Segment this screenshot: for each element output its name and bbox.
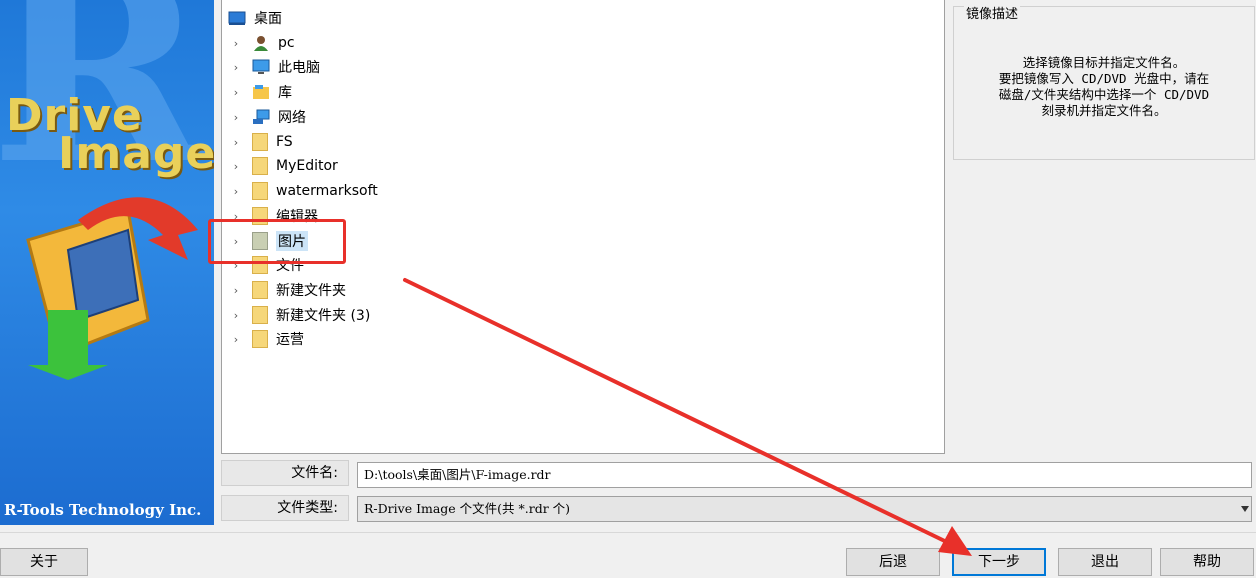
folder-icon <box>252 281 268 299</box>
description-line: 磁盘/文件夹结构中选择一个 CD/DVD <box>998 87 1210 102</box>
description-group: 镜像描述 选择镜像目标并指定文件名。 要把镜像写入 CD/DVD 光盘中，请在 … <box>953 3 1255 160</box>
tree-item-label: 网络 <box>278 110 306 126</box>
chevron-right-icon[interactable]: › <box>230 333 242 346</box>
filename-label: 文件名: <box>221 460 349 486</box>
filetype-value: R-Drive Image 个文件(共 *.rdr 个) <box>364 501 571 516</box>
tree-item-fs[interactable]: › FS <box>230 130 293 154</box>
brand-title-line2: Image <box>58 128 214 179</box>
filename-input[interactable]: D:\tools\桌面\图片\F-image.rdr <box>357 462 1252 488</box>
tree-item-label: 新建文件夹 (3) <box>276 308 371 324</box>
tree-item-operations[interactable]: › 运营 <box>230 327 304 351</box>
description-caption: 镜像描述 <box>964 3 1021 22</box>
back-button[interactable]: 后退 <box>846 548 940 576</box>
tree-item-label: pc <box>278 35 295 51</box>
tree-item-label: watermarksoft <box>276 183 378 199</box>
tree-item-label: FS <box>276 134 293 150</box>
folder-icon <box>252 133 268 151</box>
user-icon <box>254 36 268 51</box>
chevron-right-icon[interactable]: › <box>230 309 242 322</box>
company-name: R-Tools Technology Inc. <box>4 501 202 519</box>
folder-icon <box>252 306 268 324</box>
highlight-box <box>208 219 346 264</box>
chevron-right-icon[interactable]: › <box>230 160 242 173</box>
folder-icon <box>252 330 268 348</box>
help-button[interactable]: 帮助 <box>1160 548 1254 576</box>
next-button[interactable]: 下一步 <box>952 548 1046 576</box>
network-icon <box>253 109 270 124</box>
tree-item-library[interactable]: › 库 <box>230 80 292 104</box>
computer-icon <box>252 59 270 74</box>
exit-button[interactable]: 退出 <box>1058 548 1152 576</box>
tree-item-new-folder[interactable]: › 新建文件夹 <box>230 278 346 302</box>
about-button[interactable]: 关于 <box>0 548 88 576</box>
chevron-right-icon[interactable]: › <box>230 185 242 198</box>
library-icon <box>253 85 269 99</box>
tree-item-myeditor[interactable]: › MyEditor <box>230 154 338 178</box>
tree-item-label: 库 <box>278 85 292 101</box>
tree-item-this-pc[interactable]: › 此电脑 <box>230 55 320 79</box>
chevron-right-icon[interactable]: › <box>230 136 242 149</box>
tree-item-label: 此电脑 <box>278 60 320 76</box>
description-line: 选择镜像目标并指定文件名。 <box>1022 55 1186 70</box>
chevron-down-icon[interactable] <box>1241 506 1249 512</box>
chevron-right-icon[interactable]: › <box>230 61 242 74</box>
brand-panel: R Drive Image R-Tools Technology Inc. <box>0 0 214 525</box>
desktop-icon <box>228 11 246 25</box>
tree-item-label: MyEditor <box>276 158 338 174</box>
tree-item-watermarksoft[interactable]: › watermarksoft <box>230 179 378 203</box>
chevron-right-icon[interactable]: › <box>230 37 242 50</box>
tree-item-label: 运营 <box>276 332 304 348</box>
filetype-select[interactable]: R-Drive Image 个文件(共 *.rdr 个) <box>357 496 1252 522</box>
tree-item-new-folder-3[interactable]: › 新建文件夹 (3) <box>230 303 370 327</box>
tree-item-network[interactable]: › 网络 <box>230 105 306 129</box>
tree-item-label: 新建文件夹 <box>276 283 346 299</box>
tree-root-label: 桌面 <box>254 11 282 27</box>
description-text: 选择镜像目标并指定文件名。 要把镜像写入 CD/DVD 光盘中，请在 磁盘/文件… <box>968 55 1240 119</box>
description-line: 要把镜像写入 CD/DVD 光盘中，请在 <box>998 71 1210 86</box>
rdrive-logo-icon <box>26 197 198 380</box>
filetype-label: 文件类型: <box>221 495 349 521</box>
chevron-right-icon[interactable]: › <box>230 111 242 124</box>
folder-icon <box>252 182 268 200</box>
chevron-right-icon[interactable]: › <box>230 284 242 297</box>
tree-root[interactable]: 桌面 <box>228 6 282 30</box>
folder-icon <box>252 157 268 175</box>
description-line: 刻录机并指定文件名。 <box>1041 103 1167 118</box>
tree-item-pc[interactable]: › pc <box>230 31 295 55</box>
chevron-right-icon[interactable]: › <box>230 86 242 99</box>
